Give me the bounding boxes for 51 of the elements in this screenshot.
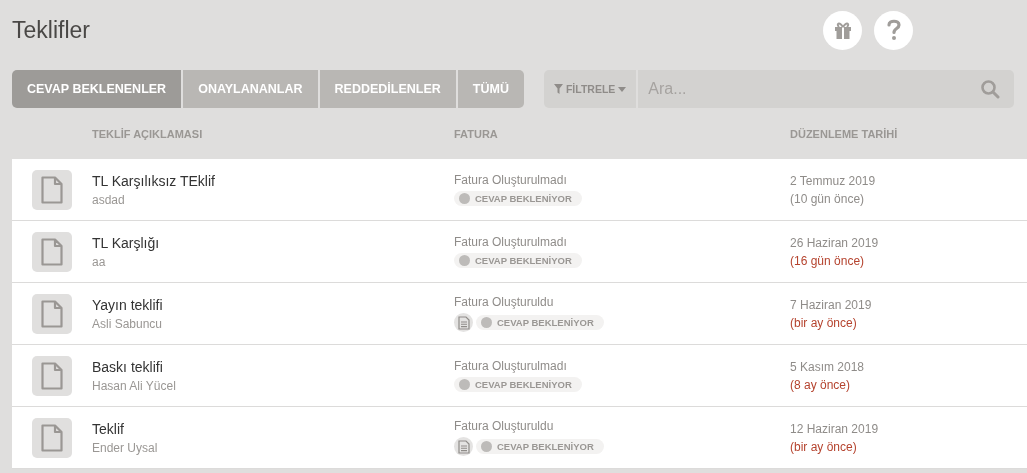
edit-date: 26 Haziran 2019 xyxy=(790,235,879,250)
help-icon[interactable] xyxy=(874,10,913,50)
edit-date: 7 Haziran 2019 xyxy=(790,297,872,312)
offer-title: TL Karşlığı xyxy=(92,234,160,251)
invoice-icon[interactable] xyxy=(454,437,473,456)
relative-date: (bir ay önce) xyxy=(790,439,857,454)
offer-customer: Asli Sabuncu xyxy=(92,316,163,331)
offer-row[interactable]: Baskı teklifi Hasan Ali Yücel Fatura Oluşturulmadı CEVAP BEKLENİYOR 5 Kasım 2018 (8 ay önce) xyxy=(12,345,1027,407)
page-title: Teklifler xyxy=(12,16,90,44)
search-icon[interactable] xyxy=(979,79,1000,99)
offer-title: TL Karşılıksız TEklif xyxy=(92,172,215,189)
invoice-status: Fatura Oluşturulmadı xyxy=(454,235,567,249)
caret-icon xyxy=(618,86,627,92)
relative-date: (16 gün önce) xyxy=(790,253,865,268)
column-header: FATURA xyxy=(454,127,499,140)
document-icon xyxy=(32,170,72,210)
status-badge: CEVAP BEKLENİYOR xyxy=(454,377,582,392)
relative-date: (10 gün önce) xyxy=(790,191,865,206)
offer-customer: aa xyxy=(92,254,106,269)
edit-date: 2 Temmuz 2019 xyxy=(790,173,876,188)
offer-customer: Hasan Ali Yücel xyxy=(92,378,176,393)
invoice-icon[interactable] xyxy=(454,313,473,332)
column-header: DÜZENLEME TARİHİ xyxy=(790,127,899,140)
offer-customer: Ender Uysal xyxy=(92,440,158,455)
offer-customer: asdad xyxy=(92,192,125,207)
document-icon xyxy=(32,232,72,272)
invoice-status: Fatura Oluşturulmadı xyxy=(454,359,567,373)
status-badge: CEVAP BEKLENİYOR xyxy=(454,191,582,206)
document-icon xyxy=(32,356,72,396)
invoice-status: Fatura Oluşturulmadı xyxy=(454,173,567,187)
filter-icon xyxy=(553,84,563,94)
invoice-status: Fatura Oluşturuldu xyxy=(454,295,554,309)
column-header: TEKLİF AÇIKLAMASI xyxy=(92,127,204,140)
edit-date: 12 Haziran 2019 xyxy=(790,421,879,436)
offer-row[interactable]: Teklif Ender Uysal Fatura Oluşturuldu CEVAP BEKLENİYOR 12 Haziran 2019 (bir ay önce) xyxy=(12,407,1027,469)
document-icon xyxy=(32,418,72,458)
offer-title: Yayın teklifi xyxy=(92,296,163,313)
relative-date: (bir ay önce) xyxy=(790,315,857,330)
offer-row[interactable]: TL Karşılıksız TEklif asdad Fatura Oluşturulmadı CEVAP BEKLENİYOR 2 Temmuz 2019 (10 gün önce) xyxy=(12,159,1027,221)
offer-row[interactable]: Yayın teklifi Asli Sabuncu Fatura Oluşturuldu CEVAP BEKLENİYOR 7 Haziran 2019 (bir ay önce) xyxy=(12,283,1027,345)
status-badge: CEVAP BEKLENİYOR xyxy=(476,315,604,330)
offer-title: Baskı teklifi xyxy=(92,358,163,375)
offer-title: Teklif xyxy=(92,420,124,437)
status-badge: CEVAP BEKLENİYOR xyxy=(476,439,604,454)
gift-icon[interactable] xyxy=(823,10,862,50)
document-icon xyxy=(32,294,72,334)
offer-row[interactable]: TL Karşlığı aa Fatura Oluşturulmadı CEVAP BEKLENİYOR 26 Haziran 2019 (16 gün önce) xyxy=(12,221,1027,283)
status-badge: CEVAP BEKLENİYOR xyxy=(454,253,582,268)
invoice-status: Fatura Oluşturuldu xyxy=(454,419,554,433)
relative-date: (8 ay önce) xyxy=(790,377,851,392)
edit-date: 5 Kasım 2018 xyxy=(790,359,865,374)
